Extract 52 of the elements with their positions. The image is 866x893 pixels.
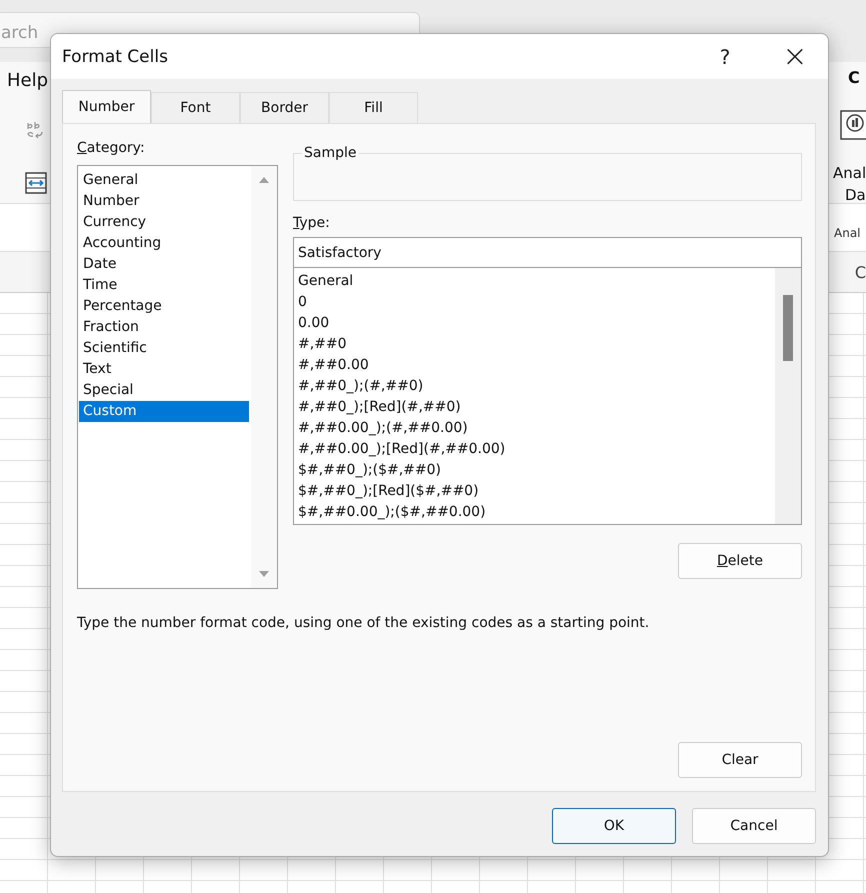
type-label: Type: [293,215,331,233]
tab[interactable]: Number [62,90,151,123]
scroll-down-icon[interactable] [258,570,270,578]
category-item[interactable]: Time [79,275,249,296]
format-item[interactable]: General [298,271,775,292]
tab[interactable]: Font [151,92,240,123]
column-width-icon[interactable] [25,172,47,194]
category-item[interactable]: Fraction [79,317,249,338]
sample-label: Sample [303,145,358,161]
category-item[interactable]: Accounting [79,233,249,254]
ribbon-label: Anal [833,164,866,182]
category-item[interactable]: Special [79,380,249,401]
format-item[interactable]: #,##0_);[Red](#,##0) [298,397,775,418]
delete-button[interactable]: Delete [678,543,802,579]
tab[interactable]: Fill [329,92,418,123]
tab[interactable]: Border [240,92,329,123]
format-item[interactable]: $#,##0_);[Red]($#,##0) [298,481,775,502]
clear-button[interactable]: Clear [678,742,802,778]
category-item[interactable]: Custom [79,401,249,422]
scroll-thumb[interactable] [783,295,793,361]
help-button[interactable]: ? [700,36,750,76]
format-item[interactable]: $#,##0_);($#,##0) [298,460,775,481]
category-item[interactable]: Percentage [79,296,249,317]
dialog-button[interactable]: Cancel [692,808,816,844]
column-header: C [854,262,866,282]
format-item[interactable]: $#,##0.00_);($#,##0.00) [298,502,775,523]
category-label: Category: [77,140,146,158]
format-item[interactable]: 0.00 [298,313,775,334]
format-item[interactable]: #,##0_);(#,##0) [298,376,775,397]
close-button[interactable]: × [770,36,820,76]
category-item[interactable]: Text [79,359,249,380]
type-input-field[interactable]: Satisfactory [293,237,802,268]
dialog-button[interactable]: OK [552,808,676,844]
format-item[interactable]: #,##0.00_);[Red](#,##0.00) [298,439,775,460]
window-title: Format Cells [62,46,169,66]
ribbon-tab[interactable]: Help [7,70,48,91]
format-item[interactable]: #,##0 [298,334,775,355]
ribbon-label: Da [845,186,866,204]
format-item[interactable]: #,##0.00 [298,355,775,376]
description-text: Type the number format code, using one of the existing codes as a starting point. [77,615,650,631]
category-item[interactable]: Date [79,254,249,275]
category-item[interactable]: Number [79,191,249,212]
format-item[interactable]: #,##0.00_);(#,##0.00) [298,418,775,439]
category-item[interactable]: Scientific [79,338,249,359]
comments-button[interactable]: C [848,68,860,87]
format-item[interactable]: 0 [298,292,775,313]
category-item[interactable]: Currency [79,212,249,233]
scrollbar[interactable] [251,166,277,588]
chart-icon[interactable] [840,110,866,140]
category-item[interactable]: General [79,170,249,191]
group-label: Anal [834,226,861,240]
scroll-up-icon[interactable] [258,176,270,184]
